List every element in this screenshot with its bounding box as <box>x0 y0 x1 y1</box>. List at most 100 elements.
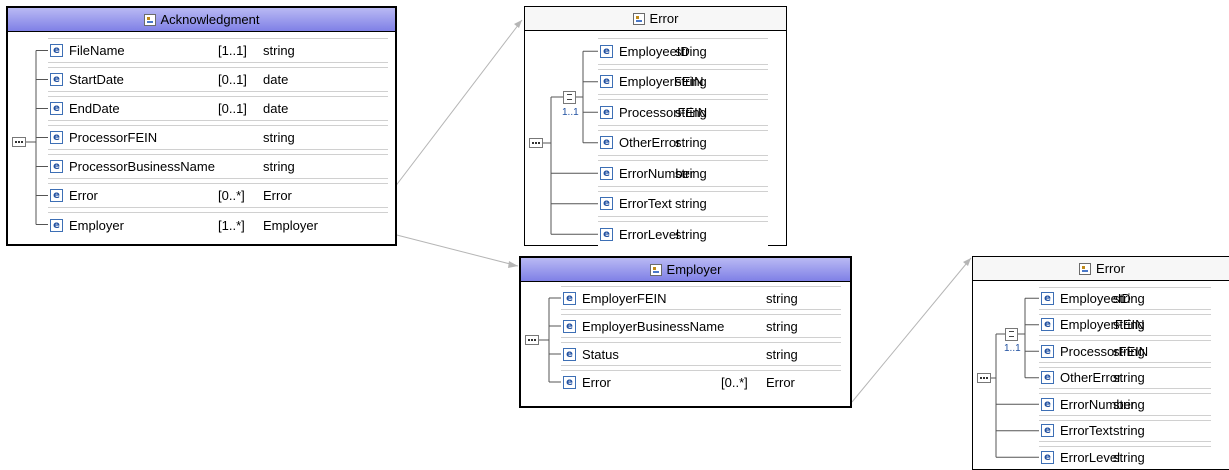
element-icon: e <box>1041 344 1054 358</box>
element-row[interactable]: e EmployeeID string <box>598 38 768 65</box>
element-icon: e <box>600 75 613 89</box>
element-name: ErrorText <box>619 196 672 212</box>
element-icon: e <box>600 105 613 119</box>
element-row[interactable]: e ErrorText string <box>1039 419 1211 442</box>
element-name: ProcessorBusinessName <box>69 159 215 174</box>
element-icon: e <box>50 73 63 86</box>
element-cardinality: [1..1] <box>218 43 247 58</box>
element-type: string <box>675 227 707 243</box>
element-name: EmployerBusinessName <box>582 318 725 334</box>
element-icon: e <box>563 347 576 361</box>
error-type-box-bottom[interactable]: Error 1..1 e EmployeeID string e EmployerFEIN… <box>972 256 1229 470</box>
element-icon: e <box>50 102 63 115</box>
element-name: ProcessorFEIN <box>69 130 158 145</box>
connector-arrow <box>514 20 522 28</box>
element-icon: e <box>1041 291 1054 305</box>
element-type: string <box>675 196 707 212</box>
element-name: FileName <box>69 43 125 58</box>
element-type: string <box>263 159 295 174</box>
element-row[interactable]: e Employer [1..*] Employer <box>48 212 388 237</box>
element-type: string <box>1113 343 1145 359</box>
element-icon: e <box>563 291 576 305</box>
choice-compositor-icon[interactable] <box>1005 328 1018 341</box>
element-name: Error <box>582 375 611 390</box>
sequence-compositor-icon[interactable] <box>977 373 991 383</box>
connector-ack-error <box>384 19 523 201</box>
element-icon: e <box>600 228 613 242</box>
element-row[interactable]: e ErrorLevel string <box>1039 446 1211 469</box>
element-type: date <box>263 101 289 116</box>
element-row[interactable]: e EndDate [0..1] date <box>48 96 388 121</box>
error-type-box-top[interactable]: Error 1..1 e EmployeeID string e EmployerFEIN… <box>524 6 787 248</box>
element-row[interactable]: e ProcessorFEIN string <box>1039 340 1211 363</box>
element-row[interactable]: e ErrorText string <box>598 190 768 217</box>
element-type: string <box>1113 423 1145 439</box>
element-row[interactable]: e ProcessorFEIN string <box>598 99 768 126</box>
element-icon: e <box>50 189 63 202</box>
element-type: string <box>766 346 798 362</box>
element-icon: e <box>600 166 613 180</box>
element-name: Error <box>69 188 98 203</box>
element-type: string <box>675 74 707 90</box>
element-type: Error <box>263 188 292 203</box>
element-type: string <box>766 318 798 334</box>
element-cardinality: [0..1] <box>218 72 247 87</box>
element-row[interactable]: e ErrorLevel string <box>598 221 768 248</box>
element-type: string <box>766 290 798 306</box>
element-type: string <box>675 104 707 120</box>
element-name: EmployerFEIN <box>582 290 667 306</box>
element-icon: e <box>1041 451 1054 465</box>
element-row[interactable]: e ProcessorFEIN string <box>48 125 388 150</box>
element-row[interactable]: e Error [0..*] Error <box>561 370 841 394</box>
element-name: Status <box>582 346 619 362</box>
element-name: EndDate <box>69 101 120 116</box>
element-row[interactable]: e EmployerFEIN string <box>1039 313 1211 336</box>
element-icon: e <box>600 44 613 58</box>
element-row[interactable]: e ProcessorBusinessName string <box>48 154 388 179</box>
element-row[interactable]: e OtherError string <box>1039 366 1211 389</box>
element-type: Error <box>766 375 795 390</box>
element-cardinality: [0..*] <box>218 188 245 203</box>
connector-arrow <box>508 261 518 268</box>
acknowledgment-type-box[interactable]: Acknowledgment e FileName [1..1] string e Sta… <box>6 6 397 246</box>
element-icon: e <box>563 319 576 333</box>
sequence-compositor-icon[interactable] <box>529 138 543 148</box>
element-row[interactable]: e EmployerFEIN string <box>561 286 841 310</box>
element-row[interactable]: e ErrorNumber string <box>598 160 768 187</box>
element-name: Employer <box>69 217 124 233</box>
element-name: StartDate <box>69 72 124 87</box>
element-name: ErrorText <box>1060 423 1113 439</box>
element-icon: e <box>50 218 63 232</box>
sequence-compositor-icon[interactable] <box>12 137 26 147</box>
element-type: string <box>1113 290 1145 306</box>
element-type: Employer <box>263 217 318 233</box>
sequence-compositor-icon[interactable] <box>525 335 539 345</box>
element-cardinality: [0..1] <box>218 101 247 116</box>
element-row[interactable]: e ErrorNumber string <box>1039 393 1211 416</box>
element-row[interactable]: e EmployerFEIN string <box>598 68 768 95</box>
element-row[interactable]: e StartDate [0..1] date <box>48 67 388 92</box>
element-name: OtherError <box>619 135 681 151</box>
element-row[interactable]: e EmployeeID string <box>1039 287 1211 310</box>
connector-employer-error <box>851 257 972 403</box>
element-type: date <box>263 72 289 87</box>
element-cardinality: [0..*] <box>721 375 748 390</box>
employer-type-box[interactable]: Employer e EmployerFEIN string e EmployerBus… <box>519 256 852 408</box>
element-icon: e <box>600 197 613 211</box>
element-row[interactable]: e OtherError string <box>598 129 768 156</box>
element-type: string <box>675 135 707 151</box>
element-row[interactable]: e FileName [1..1] string <box>48 38 388 63</box>
element-type: string <box>263 43 295 58</box>
element-type: string <box>1113 317 1145 333</box>
connector-arrow <box>963 258 971 266</box>
element-type: string <box>1113 370 1145 386</box>
element-row[interactable]: e Error [0..*] Error <box>48 183 388 208</box>
choice-compositor-icon[interactable] <box>563 91 576 104</box>
element-name: ErrorLevel <box>1060 450 1120 466</box>
element-row[interactable]: e Status string <box>561 342 841 366</box>
element-icon: e <box>1041 424 1054 438</box>
element-icon: e <box>50 160 63 173</box>
element-icon: e <box>50 131 63 144</box>
element-row[interactable]: e EmployerBusinessName string <box>561 314 841 338</box>
element-icon: e <box>563 376 576 389</box>
